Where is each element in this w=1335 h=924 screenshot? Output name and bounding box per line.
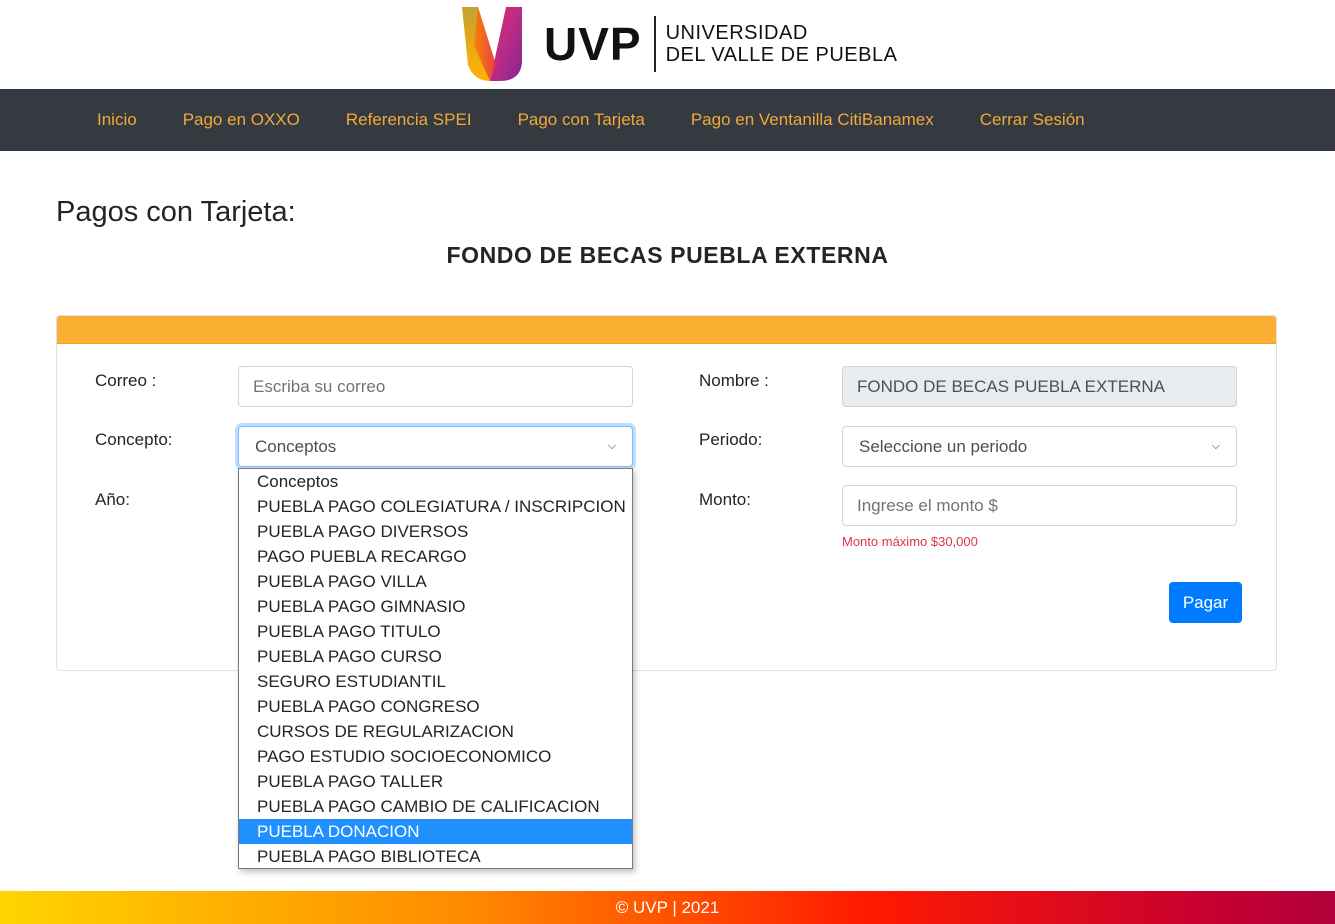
nombre-field: FONDO DE BECAS PUEBLA EXTERNA (842, 366, 1237, 407)
concepto-label: Concepto: (95, 430, 173, 449)
logo-divider (653, 16, 656, 72)
concepto-option-highlighted[interactable]: PUEBLA DONACION (239, 819, 632, 844)
concepto-option[interactable]: PUEBLA PAGO CONGRESO (239, 694, 632, 719)
logo-name-line2: DEL VALLE DE PUEBLA (665, 44, 898, 66)
nav-item-pago-tarjeta[interactable]: Pago con Tarjeta (495, 110, 668, 130)
concepto-option[interactable]: PAGO PUEBLA RECARGO (239, 544, 632, 569)
card-header-bar (57, 316, 1276, 344)
nav-item-cerrar-sesion[interactable]: Cerrar Sesión (957, 110, 1108, 130)
page: UVP UNIVERSIDAD DEL VALLE DE PUEBLA Inic… (0, 0, 1335, 924)
concepto-option[interactable]: PAGO ESTUDIO SOCIOECONOMICO (239, 744, 632, 769)
anio-label: Año: (95, 490, 130, 509)
nav-item-pago-ventanilla[interactable]: Pago en Ventanilla CitiBanamex (668, 110, 957, 130)
chevron-down-icon: ⌵ (1211, 440, 1220, 452)
correo-label: Correo : (95, 371, 157, 390)
concepto-select-value: Conceptos (255, 436, 337, 456)
concepto-option[interactable]: Conceptos (239, 469, 632, 494)
nombre-label: Nombre : (699, 371, 769, 390)
uvp-logo[interactable]: UVP UNIVERSIDAD DEL VALLE DE PUEBLA (460, 5, 897, 83)
concepto-dropdown-list[interactable]: Conceptos PUEBLA PAGO COLEGIATURA / INSC… (238, 468, 633, 869)
nav-item-pago-oxxo[interactable]: Pago en OXXO (160, 110, 323, 130)
concepto-option[interactable]: PUEBLA PAGO TITULO (239, 619, 632, 644)
uvp-v-mark-icon (462, 7, 522, 81)
logo-university-name: UNIVERSIDAD DEL VALLE DE PUEBLA (666, 22, 898, 66)
periodo-select[interactable]: Seleccione un periodo ⌵ (842, 426, 1237, 467)
periodo-select-value: Seleccione un periodo (859, 436, 1028, 456)
nav-item-referencia-spei[interactable]: Referencia SPEI (323, 110, 495, 130)
concepto-option[interactable]: PUEBLA PAGO CAMBIO DE CALIFICACION (239, 794, 632, 819)
footer-copyright: © UVP | 2021 (615, 897, 720, 917)
concepto-option[interactable]: PUEBLA PAGO CURSO (239, 644, 632, 669)
logo-uvp-text: UVP (544, 18, 642, 70)
page-title: Pagos con Tarjeta: (56, 196, 296, 228)
periodo-label: Periodo: (699, 430, 763, 449)
concepto-option[interactable]: PUEBLA PAGO GIMNASIO (239, 594, 632, 619)
concepto-option[interactable]: SEGURO ESTUDIANTIL (239, 669, 632, 694)
monto-label: Monto: (699, 490, 751, 509)
concepto-option[interactable]: PUEBLA PAGO TALLER (239, 769, 632, 794)
footer: © UVP | 2021 (0, 891, 1335, 924)
concepto-option[interactable]: PUEBLA PAGO COLEGIATURA / INSCRIPCION (239, 494, 632, 519)
page-subtitle: FONDO DE BECAS PUEBLA EXTERNA (446, 242, 889, 268)
correo-input[interactable]: Escriba su correo (238, 366, 633, 407)
logo-name-line1: UNIVERSIDAD (665, 22, 808, 44)
concepto-select[interactable]: Conceptos ⌵ (238, 426, 633, 467)
nav-item-inicio[interactable]: Inicio (74, 110, 160, 130)
concepto-option[interactable]: PUEBLA PAGO DIVERSOS (239, 519, 632, 544)
pagar-button[interactable]: Pagar (1169, 582, 1242, 623)
monto-max-hint: Monto máximo $30,000 (842, 534, 978, 549)
monto-input[interactable]: Ingrese el monto $ (842, 485, 1237, 526)
logo-bar: UVP UNIVERSIDAD DEL VALLE DE PUEBLA (0, 0, 1335, 89)
concepto-option[interactable]: PUEBLA PAGO VILLA (239, 569, 632, 594)
concepto-option[interactable]: CURSOS DE REGULARIZACION (239, 719, 632, 744)
main-navbar: Inicio Pago en OXXO Referencia SPEI Pago… (0, 89, 1335, 151)
concepto-option[interactable]: PUEBLA PAGO BIBLIOTECA (239, 844, 632, 869)
chevron-down-icon: ⌵ (607, 440, 616, 452)
